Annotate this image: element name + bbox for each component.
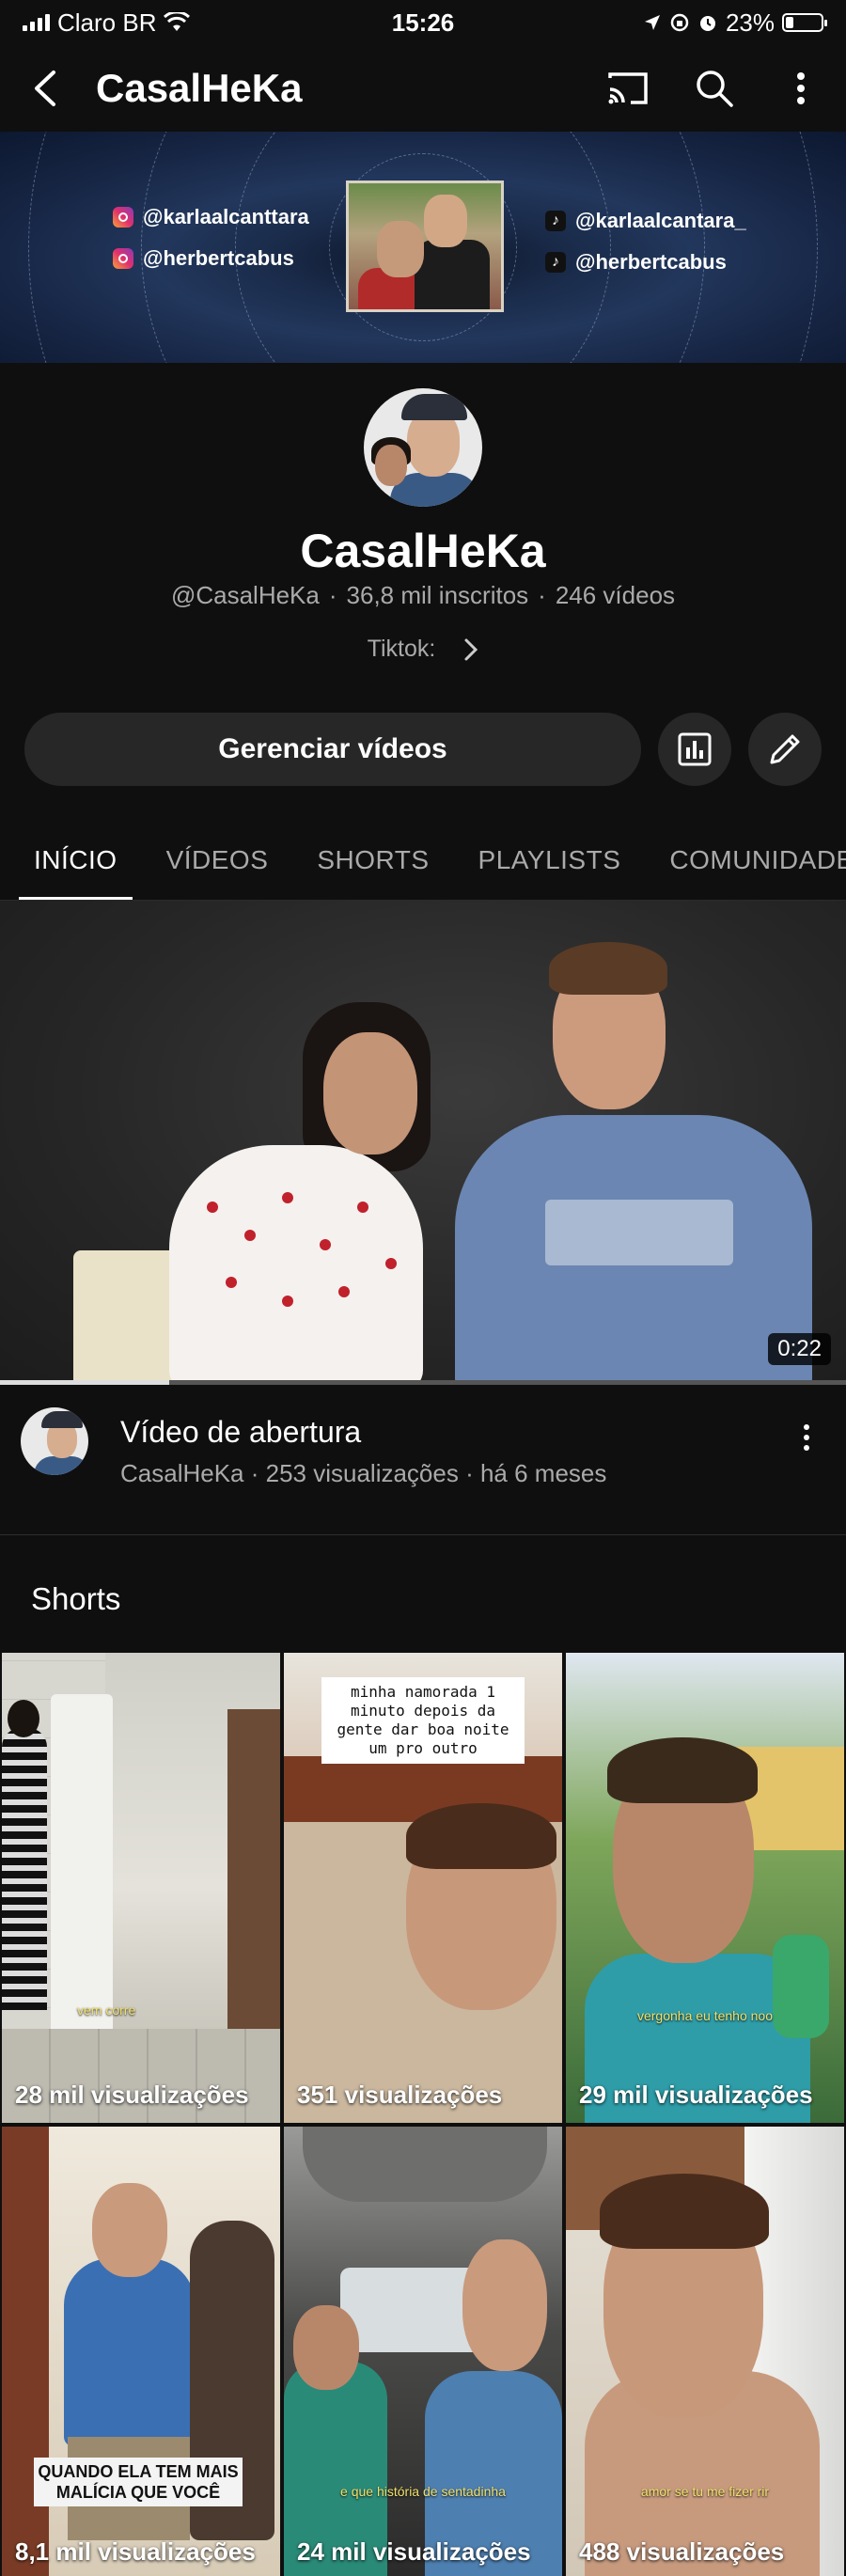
cellular-signal-icon (23, 14, 50, 31)
section-divider (0, 1534, 846, 1535)
channel-meta: @CasalHeKa · 36,8 mil inscritos · 246 vídeos (170, 581, 676, 609)
tiktok-icon: ♪ (545, 252, 566, 273)
analytics-icon (678, 732, 712, 766)
app-bar: CasalHeKa (0, 45, 846, 132)
search-icon[interactable] (692, 66, 737, 111)
short-item[interactable]: e que história de sentadinha 24 mil visu… (284, 2127, 562, 2576)
edit-channel-button[interactable] (748, 713, 822, 786)
channel-tabs: INÍCIO VÍDEOS SHORTS PLAYLISTS COMUNIDAD… (0, 820, 846, 901)
video-duration: 0:22 (768, 1333, 831, 1365)
short-views: 28 mil visualizações (15, 2081, 249, 2109)
instagram-icon (113, 207, 133, 228)
subscriber-count: 36,8 mil inscritos (346, 581, 529, 609)
channel-banner: @karlaalcanttara @herbertcabus ♪ @karlaal… (0, 132, 846, 363)
short-item[interactable]: QUANDO ELA TEM MAIS MALÍCIA QUE VOCÊ 8,1… (2, 2127, 280, 2576)
instagram-handles: @karlaalcanttara @herbertcabus (113, 205, 309, 271)
channel-avatar-small[interactable] (21, 1407, 88, 1475)
battery-percent: 23% (725, 8, 775, 37)
chevron-right-icon (464, 638, 478, 660)
tab-videos[interactable]: VÍDEOS (142, 820, 293, 900)
cast-icon[interactable] (605, 66, 650, 111)
tiktok-handle-1: @karlaalcantara_ (575, 209, 746, 232)
featured-video-thumbnail[interactable]: 0:22 (0, 901, 846, 1380)
featured-video-info[interactable]: Vídeo de abertura CasalHeKa · 253 visual… (0, 1385, 846, 1505)
short-caption: e que história de sentadinha (340, 2484, 506, 2499)
tiktok-handle-2: @herbertcabus (575, 250, 727, 274)
channel-handle: @CasalHeKa (170, 581, 320, 609)
more-vert-icon[interactable] (778, 66, 823, 111)
status-bar: Claro BR 15:26 23% (0, 0, 846, 45)
screen-rotation-lock-icon (670, 13, 689, 32)
short-views: 351 visualizações (297, 2081, 503, 2109)
short-item[interactable]: vergonha eu tenho noo 29 mil visualizaçõ… (566, 1653, 844, 2123)
channel-name: CasalHeKa (300, 525, 546, 577)
clock: 15:26 (391, 8, 455, 37)
wifi-icon (164, 12, 191, 31)
instagram-handle-2: @herbertcabus (143, 246, 294, 270)
short-item[interactable]: amor se tu me fizer rir 488 visualizaçõe… (566, 2127, 844, 2576)
tiktok-handles: ♪ @karlaalcantara_ ♪ @herbertcabus (545, 209, 746, 275)
manage-videos-button[interactable]: Gerenciar vídeos (24, 713, 641, 786)
short-views: 29 mil visualizações (579, 2081, 813, 2109)
short-item[interactable]: vem corre 28 mil visualizações (2, 1653, 280, 2123)
tab-comunidade[interactable]: COMUNIDADE (645, 820, 846, 900)
short-views: 8,1 mil visualizações (15, 2537, 256, 2566)
analytics-button[interactable] (658, 713, 731, 786)
shorts-section-title: Shorts (31, 1581, 121, 1616)
channel-link-label: Tiktok: (367, 636, 436, 662)
short-caption: vem corre (77, 2003, 136, 2018)
tab-inicio[interactable]: INÍCIO (9, 820, 142, 900)
tiktok-icon: ♪ (545, 211, 566, 231)
short-caption: amor se tu me fizer rir (640, 2484, 770, 2499)
instagram-icon (113, 248, 133, 269)
channel-links[interactable]: Tiktok: (0, 636, 846, 663)
alarm-icon (699, 16, 715, 31)
location-arrow-icon (644, 15, 660, 30)
channel-avatar[interactable] (364, 388, 482, 507)
short-caption: vergonha eu tenho noo (636, 2008, 773, 2023)
instagram-handle-1: @karlaalcanttara (143, 205, 309, 228)
back-arrow-icon[interactable] (23, 66, 68, 111)
app-bar-title: CasalHeKa (96, 66, 303, 110)
tab-playlists[interactable]: PLAYLISTS (454, 820, 646, 900)
short-caption: QUANDO ELA TEM MAIS MALÍCIA QUE VOCÊ (34, 2458, 243, 2506)
short-views: 24 mil visualizações (297, 2537, 531, 2566)
short-caption: minha namorada 1 minuto depois da gente … (321, 1677, 525, 1764)
video-count: 246 vídeos (555, 581, 676, 609)
more-vert-icon[interactable] (788, 1424, 825, 1483)
short-views: 488 visualizações (579, 2537, 785, 2566)
battery-icon (782, 13, 827, 32)
carrier-name: Claro BR (57, 8, 157, 37)
banner-couple-photo (346, 181, 504, 312)
shorts-grid: vem corre 28 mil visualizações minha nam… (2, 1653, 844, 2576)
video-title[interactable]: Vídeo de abertura (120, 1415, 788, 1450)
video-subtitle: CasalHeKa · 253 visualizações · há 6 mes… (120, 1459, 607, 1487)
tab-shorts[interactable]: SHORTS (292, 820, 453, 900)
short-item[interactable]: minha namorada 1 minuto depois da gente … (284, 1653, 562, 2123)
edit-pencil-icon (770, 734, 800, 764)
